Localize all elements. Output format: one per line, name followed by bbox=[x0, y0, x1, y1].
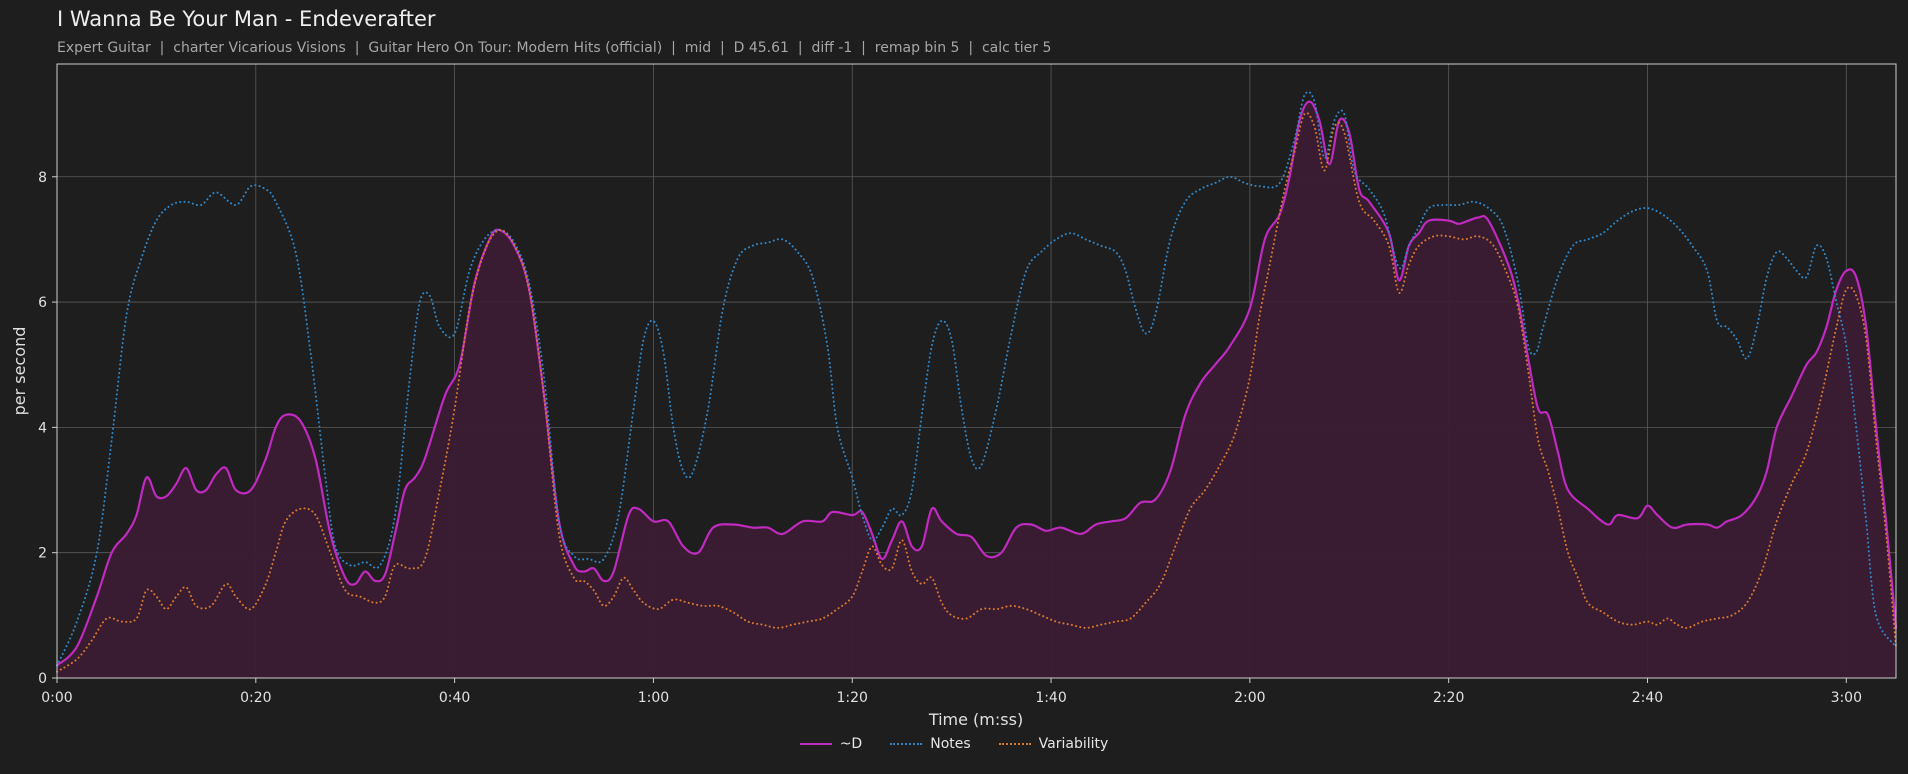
x-tick-label: 1:00 bbox=[638, 690, 669, 706]
y-tick-label: 6 bbox=[38, 295, 47, 311]
x-axis-label: Time (m:ss) bbox=[928, 710, 1023, 729]
x-tick-label: 2:40 bbox=[1632, 690, 1663, 706]
y-tick-label: 8 bbox=[38, 170, 47, 186]
legend-label-notes: Notes bbox=[930, 736, 971, 752]
x-tick-label: 1:20 bbox=[837, 690, 868, 706]
y-tick-label: 0 bbox=[38, 671, 47, 687]
legend-swatch-d bbox=[799, 743, 832, 745]
legend-item-d: ~D bbox=[799, 736, 863, 752]
legend-label-variability: Variability bbox=[1038, 736, 1109, 752]
legend-item-variability: Variability bbox=[998, 736, 1109, 752]
x-tick-label: 2:20 bbox=[1433, 690, 1464, 706]
y-axis-label: per second bbox=[10, 327, 29, 416]
legend: ~D Notes Variability bbox=[0, 736, 1908, 752]
legend-swatch-variability bbox=[998, 743, 1031, 745]
x-tick-label: 0:40 bbox=[439, 690, 470, 706]
x-tick-label: 3:00 bbox=[1831, 690, 1862, 706]
y-tick-label: 2 bbox=[38, 546, 47, 562]
x-axis-ticks: 0:00 0:20 0:40 1:00 1:20 1:40 2:00 2:20 2:40 3:00 bbox=[41, 678, 1862, 706]
line-chart: 0:00 0:20 0:40 1:00 1:20 1:40 2:00 2:20 2:40 3:00… bbox=[10, 63, 1898, 729]
y-tick-label: 4 bbox=[38, 420, 47, 436]
legend-item-notes: Notes bbox=[890, 736, 971, 752]
x-tick-label: 1:40 bbox=[1035, 690, 1066, 706]
x-tick-label: 2:00 bbox=[1234, 690, 1265, 706]
x-tick-label: 0:20 bbox=[240, 690, 271, 706]
x-tick-label: 0:00 bbox=[41, 690, 72, 706]
legend-swatch-notes bbox=[890, 743, 923, 745]
y-axis-ticks: 0 2 4 6 8 bbox=[38, 170, 57, 687]
legend-label-d: ~D bbox=[839, 736, 863, 752]
